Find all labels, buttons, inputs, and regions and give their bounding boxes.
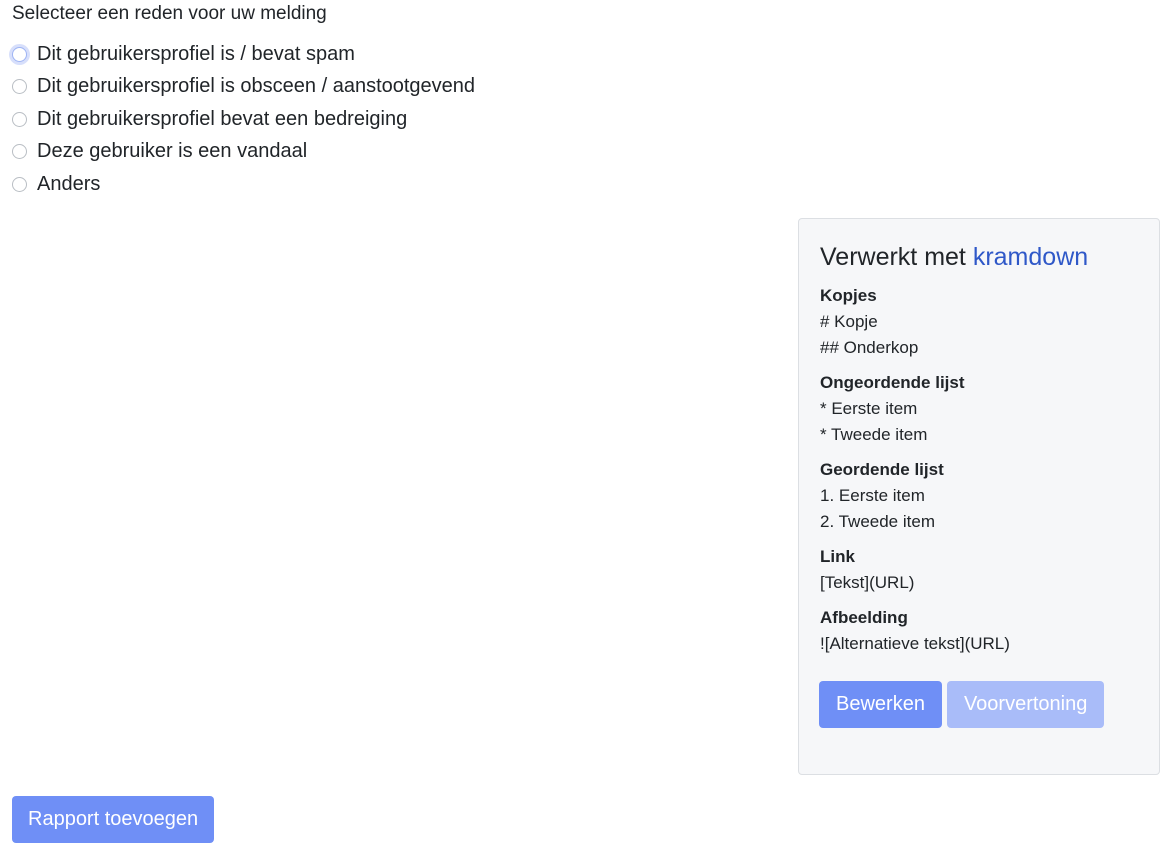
reason-option-obscene[interactable]: Dit gebruikersprofiel is obsceen / aanst…: [12, 71, 475, 104]
help-section-heading: Kopjes: [820, 286, 877, 305]
preview-button[interactable]: Voorvertoning: [946, 681, 1105, 728]
radio-button[interactable]: [12, 176, 27, 192]
kramdown-link[interactable]: kramdown: [973, 243, 1088, 271]
add-report-button[interactable]: Rapport toevoegen: [12, 796, 215, 843]
reason-option-label: Anders: [37, 172, 101, 195]
reason-option-vandal[interactable]: Deze gebruiker is een vandaal: [12, 136, 475, 169]
help-example-line: ## Onderkop: [820, 338, 919, 357]
reason-option-label: Dit gebruikersprofiel is obsceen / aanst…: [37, 75, 476, 98]
help-card-title: Verwerkt met kramdown: [820, 241, 1138, 273]
help-section-headings: Kopjes # Kopje ## Onderkop: [820, 283, 1138, 361]
help-section-ordered-list: Geordende lijst 1. Eerste item 2. Tweede…: [820, 457, 1138, 535]
reason-option-label: Deze gebruiker is een vandaal: [37, 140, 308, 163]
reason-option-other[interactable]: Anders: [12, 168, 475, 201]
reason-option-label: Dit gebruikersprofiel is / bevat spam: [37, 42, 355, 65]
radio-button[interactable]: [12, 79, 27, 95]
help-section-unordered-list: Ongeordende lijst * Eerste item * Tweede…: [820, 370, 1138, 448]
help-section-heading: Geordende lijst: [820, 460, 944, 479]
help-example-line: 2. Tweede item: [820, 512, 935, 531]
report-reason-options: Dit gebruikersprofiel is / bevat spam Di…: [12, 38, 475, 201]
help-example-line: * Tweede item: [820, 425, 928, 444]
help-section-image: Afbeelding ![Alternatieve tekst](URL): [820, 605, 1138, 657]
editor-mode-buttons: Bewerken Voorvertoning: [819, 681, 1105, 728]
help-example-line: 1. Eerste item: [820, 486, 925, 505]
help-example-line: # Kopje: [820, 312, 878, 331]
radio-button[interactable]: [12, 144, 27, 160]
help-example-line: ![Alternatieve tekst](URL): [820, 634, 1010, 653]
help-example-line: [Tekst](URL): [820, 573, 915, 592]
edit-button[interactable]: Bewerken: [819, 681, 942, 728]
help-section-link: Link [Tekst](URL): [820, 544, 1138, 596]
help-section-heading: Ongeordende lijst: [820, 373, 965, 392]
help-title-prefix: Verwerkt met: [820, 243, 973, 271]
help-example-line: * Eerste item: [820, 399, 918, 418]
radio-button[interactable]: [12, 46, 27, 62]
help-section-heading: Link: [820, 547, 855, 566]
markdown-help-card: Verwerkt met kramdown Kopjes # Kopje ## …: [798, 218, 1160, 775]
radio-button[interactable]: [12, 111, 27, 127]
reason-option-threat[interactable]: Dit gebruikersprofiel bevat een bedreigi…: [12, 103, 475, 136]
report-reason-label: Selecteer een reden voor uw melding: [12, 3, 327, 24]
reason-option-spam[interactable]: Dit gebruikersprofiel is / bevat spam: [12, 38, 475, 71]
reason-option-label: Dit gebruikersprofiel bevat een bedreigi…: [37, 107, 408, 130]
report-page: Selecteer een reden voor uw melding Dit …: [0, 0, 1171, 855]
help-section-heading: Afbeelding: [820, 608, 908, 627]
